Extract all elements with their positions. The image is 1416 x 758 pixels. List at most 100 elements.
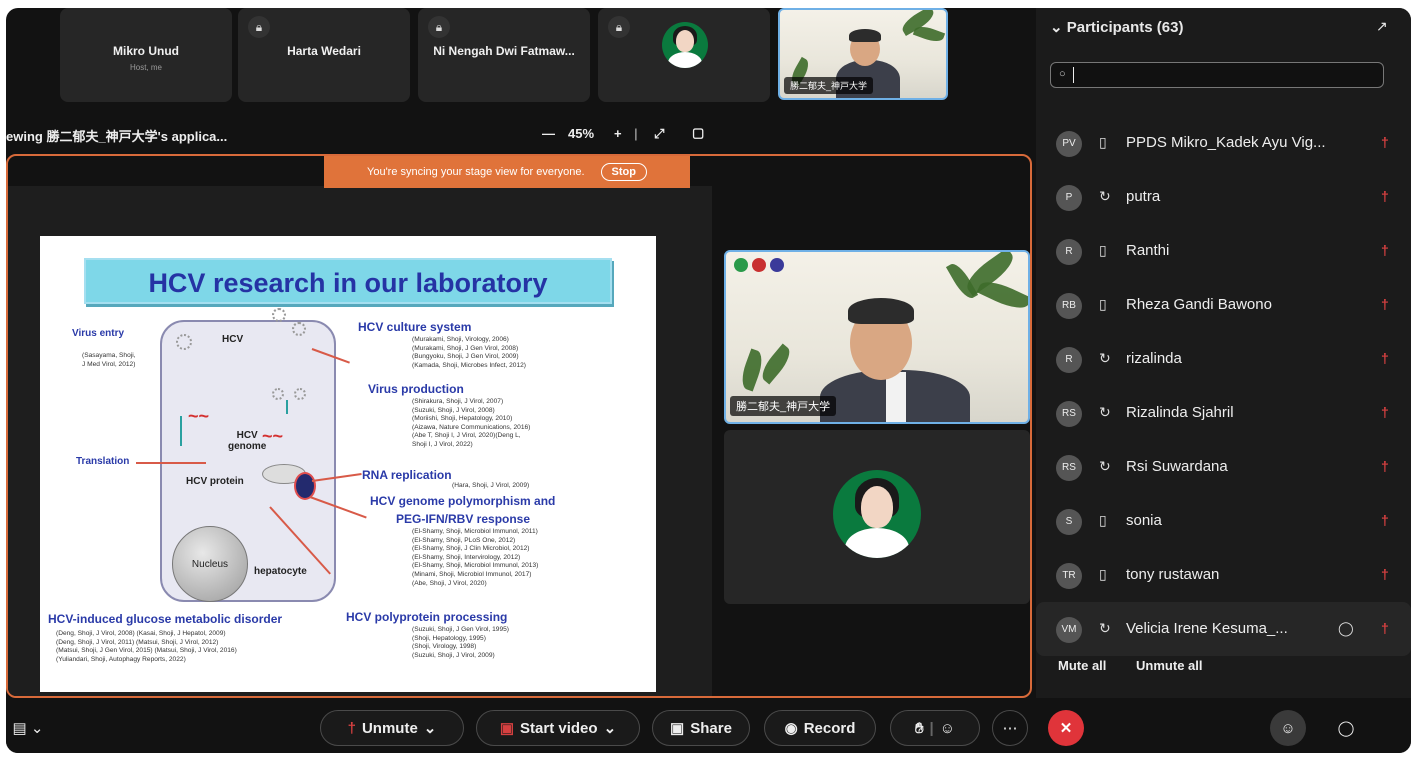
chevron-down-icon[interactable]: ⌄ [604,719,617,737]
section-heading: Virus production [368,382,464,396]
avatar: RS [1056,401,1082,427]
mic-muted-icon[interactable]: † [1381,404,1389,420]
chevron-down-icon[interactable]: ⌄ [424,719,437,737]
mic-muted-icon[interactable]: † [1381,350,1389,366]
participants-search-input[interactable]: ○ [1050,62,1384,88]
text-cursor [1073,67,1074,83]
participant-tile[interactable]: 🔒︎ Harta Wedari [238,8,410,102]
rna-squiggle-icon: ~~ [262,426,284,446]
participant-name: rizalinda [1126,350,1182,367]
fit-icon[interactable]: ⤢ [654,126,664,142]
popout-icon[interactable]: ↗ [1376,18,1388,35]
section-refs: (Murakami, Shoji, Virology, 2006) (Murak… [412,336,526,369]
nucleus-shape: Nucleus [172,526,248,602]
zoom-in-button[interactable]: + [614,126,622,141]
participant-row[interactable]: S ▯ sonia † [1036,494,1411,548]
divider: | [929,719,934,737]
label-hepatocyte: hepatocyte [254,566,307,577]
shared-screen: HCV research in our laboratory Nucleus V… [8,186,712,696]
participant-row[interactable]: PV ▯ PPDS Mikro_Kadek Ayu Vig... † [1036,116,1411,170]
participant-name: Rsi Suwardana [1126,458,1228,475]
participant-row[interactable]: R ▯ Ranthi † [1036,224,1411,278]
avatar [833,470,921,558]
speaker-video[interactable]: 勝二郁夫_神戸大学 [724,250,1030,424]
mic-muted-icon[interactable]: † [1381,458,1389,474]
mic-muted-icon[interactable]: † [1381,296,1389,312]
participant-name: putra [1126,188,1161,205]
mute-controls: Mute all Unmute all [1058,658,1203,673]
mic-muted-icon[interactable]: † [1381,566,1389,582]
web-icon: ↻ [1099,188,1111,204]
logo-icon [734,258,748,272]
chat-icon[interactable]: ◯ [1338,620,1354,637]
participant-tile-host[interactable]: Mikro Unud Host, me [60,8,232,102]
presentation-slide: HCV research in our laboratory Nucleus V… [40,236,656,692]
phone-icon: ▯ [1099,134,1107,150]
avatar: S [1056,509,1082,535]
mic-muted-icon[interactable]: † [1381,134,1389,150]
participants-button[interactable]: ☺ [1270,710,1306,746]
mic-muted-icon[interactable]: † [1381,242,1389,258]
participant-row[interactable]: P ↻ putra † [1036,170,1411,224]
mic-muted-icon[interactable]: † [1381,188,1389,204]
chevron-down-icon: ⌄ [1050,19,1063,36]
label-virus-entry: Virus entry [72,328,125,339]
participant-row[interactable]: RB ▯ Rheza Gandi Bawono † [1036,278,1411,332]
avatar: PV [1056,131,1082,157]
participant-name: Ranthi [1126,242,1170,259]
lock-icon: 🔒︎ [608,16,630,38]
participant-row-hovered[interactable]: VM ↻ Velicia Irene Kesuma_... ◯ † [1036,602,1411,656]
speaker-thumbnail-video[interactable]: 勝二郁夫_神戸大学 [778,8,948,100]
avatar: VM [1056,617,1082,643]
unmute-all-button[interactable]: Unmute all [1136,658,1202,673]
participant-row[interactable]: R ↻ rizalinda † [1036,332,1411,386]
virus-particle-icon [292,322,306,336]
participant-tile[interactable]: 🔒︎ Ni Nengah Dwi Fatmaw... [418,8,590,102]
start-video-label: Start video [520,719,598,737]
section-heading: RNA replication [362,468,452,482]
label-hcv: HCV [222,334,244,345]
mute-all-button[interactable]: Mute all [1058,658,1106,673]
glucose-refs: (Deng, Shoji, J Virol, 2008) (Kasai, Sho… [56,630,237,663]
video-name-label: 勝二郁夫_神戸大学 [784,77,874,94]
logo-icon [752,258,766,272]
start-video-button[interactable]: ▣ Start video ⌄ [476,710,640,746]
avatar [662,22,708,68]
participant-name: sonia [1126,512,1162,529]
mic-muted-icon[interactable]: † [1381,512,1389,528]
record-button[interactable]: ◉ Record [764,710,876,746]
share-screen-icon: ▣ [670,720,685,737]
participant-tile-name: Ni Nengah Dwi Fatmaw... [433,44,575,58]
stop-sync-button[interactable]: Stop [600,163,647,181]
unmute-button[interactable]: † Unmute ⌄ [320,710,464,746]
share-button[interactable]: ▣ Share [652,710,750,746]
captions-icon[interactable]: ▤ ⌄ [10,710,46,746]
participant-tile-avatar[interactable]: 🔒︎ [598,8,770,102]
participant-row[interactable]: TR ▯ tony rustawan † [1036,548,1411,602]
slide-title: HCV research in our laboratory [84,258,612,304]
chat-button[interactable]: ◯ [1328,710,1364,746]
reactions-button[interactable]: ✋︎ | ☺ [890,710,980,746]
section-heading: HCV genome polymorphism and [370,494,556,508]
web-icon: ↻ [1099,350,1111,366]
mic-muted-icon: † [347,719,356,737]
more-options-button[interactable]: ⋯ [992,710,1028,746]
section-heading: HCV culture system [358,320,472,334]
raise-hand-icon: ✋︎ [914,719,924,737]
meeting-window: Mikro Unud Host, me 🔒︎ Harta Wedari 🔒︎ N… [6,8,1411,753]
zoom-out-button[interactable]: — [542,126,555,141]
participant-name: PPDS Mikro_Kadek Ayu Vig... [1126,134,1326,151]
leave-meeting-button[interactable]: ✕ [1048,710,1084,746]
participant-row[interactable]: RS ↻ Rizalinda Sjahril † [1036,386,1411,440]
arrow [136,462,206,464]
section-heading-cont: PEG-IFN/RBV response [396,512,531,526]
participants-panel: ⌄ Participants (63) ↗ ○ PV ▯ PPDS Mikro_… [1036,8,1411,698]
mic-muted-icon[interactable]: † [1381,620,1389,636]
label-translation: Translation [76,456,130,467]
participants-header[interactable]: ⌄ Participants (63) [1050,18,1183,36]
participant-row[interactable]: RS ↻ Rsi Suwardana † [1036,440,1411,494]
annotate-icon[interactable]: ▢ [692,125,704,141]
arrow [180,416,182,446]
participant-video-tile[interactable] [724,430,1030,604]
phone-icon: ▯ [1099,512,1107,528]
